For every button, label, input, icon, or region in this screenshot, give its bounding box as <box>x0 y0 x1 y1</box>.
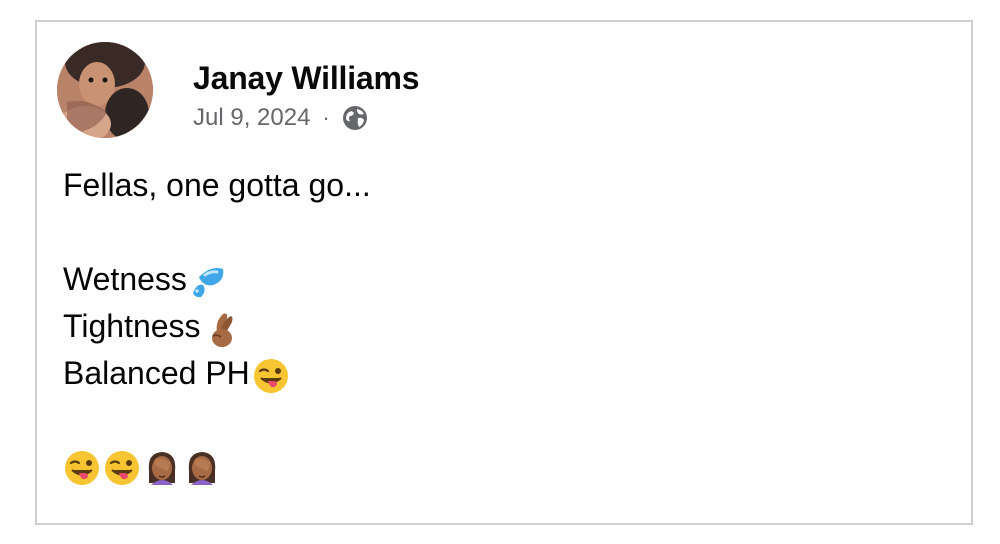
post-line: Balanced PH <box>63 350 371 397</box>
facepalm-woman-emoji <box>143 449 181 487</box>
post-line: Wetness <box>63 256 371 303</box>
post-line: Tightness <box>63 303 371 350</box>
author-name[interactable]: Janay Williams <box>193 60 420 97</box>
globe-icon[interactable] <box>342 105 368 131</box>
post-line-blank <box>63 209 371 256</box>
avatar[interactable] <box>57 42 153 138</box>
post-body: Fellas, one gotta go... Wetness Tightnes… <box>63 162 371 491</box>
facepalm-woman-emoji <box>183 449 221 487</box>
winking-tongue-face-emoji <box>63 449 101 487</box>
winking-tongue-face-emoji <box>252 357 290 395</box>
post-meta: Jul 9, 2024 · <box>193 104 368 132</box>
crossed-fingers-emoji <box>203 310 241 348</box>
post-line-blank <box>63 397 371 444</box>
post-date[interactable]: Jul 9, 2024 <box>193 104 310 132</box>
post-line: Fellas, one gotta go... <box>63 167 371 203</box>
sweat-droplets-emoji <box>189 263 227 301</box>
meta-separator: · <box>322 105 330 130</box>
winking-tongue-face-emoji <box>103 449 141 487</box>
post-card: Janay Williams Jul 9, 2024 · Fellas, one… <box>35 20 973 525</box>
emoji-line <box>63 444 371 491</box>
